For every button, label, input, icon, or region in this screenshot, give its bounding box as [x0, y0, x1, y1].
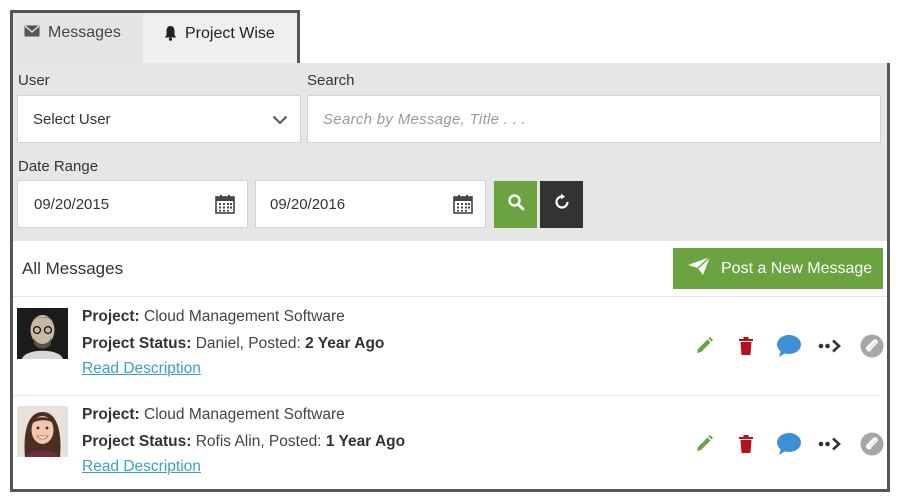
search-icon — [507, 193, 525, 216]
avatar — [17, 406, 68, 457]
tab-messages-label: Messages — [48, 24, 121, 41]
date-range-label: Date Range — [18, 158, 99, 175]
comment-icon[interactable] — [776, 431, 802, 457]
delete-trash-icon[interactable] — [733, 431, 759, 457]
calendar-icon[interactable] — [215, 194, 235, 218]
tab-project-wise[interactable]: Project Wise — [143, 10, 300, 66]
envelope-icon — [24, 24, 40, 42]
status-key: Project Status: — [82, 335, 192, 352]
paper-plane-icon — [687, 256, 711, 281]
project-line: Project: Cloud Management Software — [82, 308, 345, 326]
posted-ago: 1 Year Ago — [325, 433, 406, 450]
avatar — [17, 308, 68, 359]
forward-arrow-icon[interactable] — [817, 333, 845, 359]
all-messages-heading: All Messages — [22, 259, 124, 278]
project-value: Cloud Management Software — [144, 406, 345, 423]
post-message-label: Post a New Message — [721, 259, 873, 277]
date-to-value: 09/20/2016 — [270, 195, 346, 213]
edit-pencil-icon[interactable] — [691, 431, 717, 457]
status-person: Daniel, Posted: — [195, 335, 301, 352]
tab-project-wise-label: Project Wise — [185, 25, 275, 42]
status-line: Project Status: Rofis Alin, Posted: 1 Ye… — [82, 433, 405, 451]
date-from-value: 09/20/2015 — [34, 195, 110, 213]
search-input[interactable]: Search by Message, Title . . . — [307, 95, 881, 143]
message-item: Project: Cloud Management Software Proje… — [13, 297, 887, 395]
user-label: User — [18, 72, 50, 89]
tab-messages[interactable]: Messages — [10, 10, 143, 66]
messages-panel: User Select User Search Search by Messag… — [10, 63, 890, 492]
status-line: Project Status: Daniel, Posted: 2 Year A… — [82, 335, 384, 353]
user-select-value: Select User — [33, 110, 111, 128]
project-key: Project: — [82, 308, 140, 325]
status-person: Rofis Alin, Posted: — [195, 433, 322, 450]
posted-ago: 2 Year Ago — [305, 335, 385, 352]
message-item: Project: Cloud Management Software Proje… — [13, 395, 887, 493]
read-description-link[interactable]: Read Description — [82, 360, 201, 378]
refresh-icon — [553, 193, 571, 216]
search-button[interactable] — [494, 181, 537, 228]
search-placeholder: Search by Message, Title . . . — [323, 110, 527, 128]
read-description-link[interactable]: Read Description — [82, 458, 201, 476]
date-to-input[interactable]: 09/20/2016 — [255, 180, 486, 228]
project-value: Cloud Management Software — [144, 308, 345, 325]
comment-icon[interactable] — [776, 333, 802, 359]
status-key: Project Status: — [82, 433, 192, 450]
user-select[interactable]: Select User — [17, 95, 301, 143]
tab-strip: Messages Project Wise — [10, 10, 300, 66]
post-message-button[interactable]: Post a New Message — [673, 248, 883, 289]
attachment-icon[interactable] — [859, 333, 885, 359]
delete-trash-icon[interactable] — [733, 333, 759, 359]
date-from-input[interactable]: 09/20/2015 — [17, 180, 248, 228]
forward-arrow-icon[interactable] — [817, 431, 845, 457]
search-label: Search — [307, 72, 355, 89]
project-line: Project: Cloud Management Software — [82, 406, 345, 424]
edit-pencil-icon[interactable] — [691, 333, 717, 359]
calendar-icon[interactable] — [453, 194, 473, 218]
attachment-icon[interactable] — [859, 431, 885, 457]
bell-icon — [164, 25, 177, 46]
filter-area: User Select User Search Search by Messag… — [13, 63, 887, 241]
reset-button[interactable] — [540, 181, 583, 228]
chevron-down-icon — [272, 112, 288, 129]
project-key: Project: — [82, 406, 140, 423]
